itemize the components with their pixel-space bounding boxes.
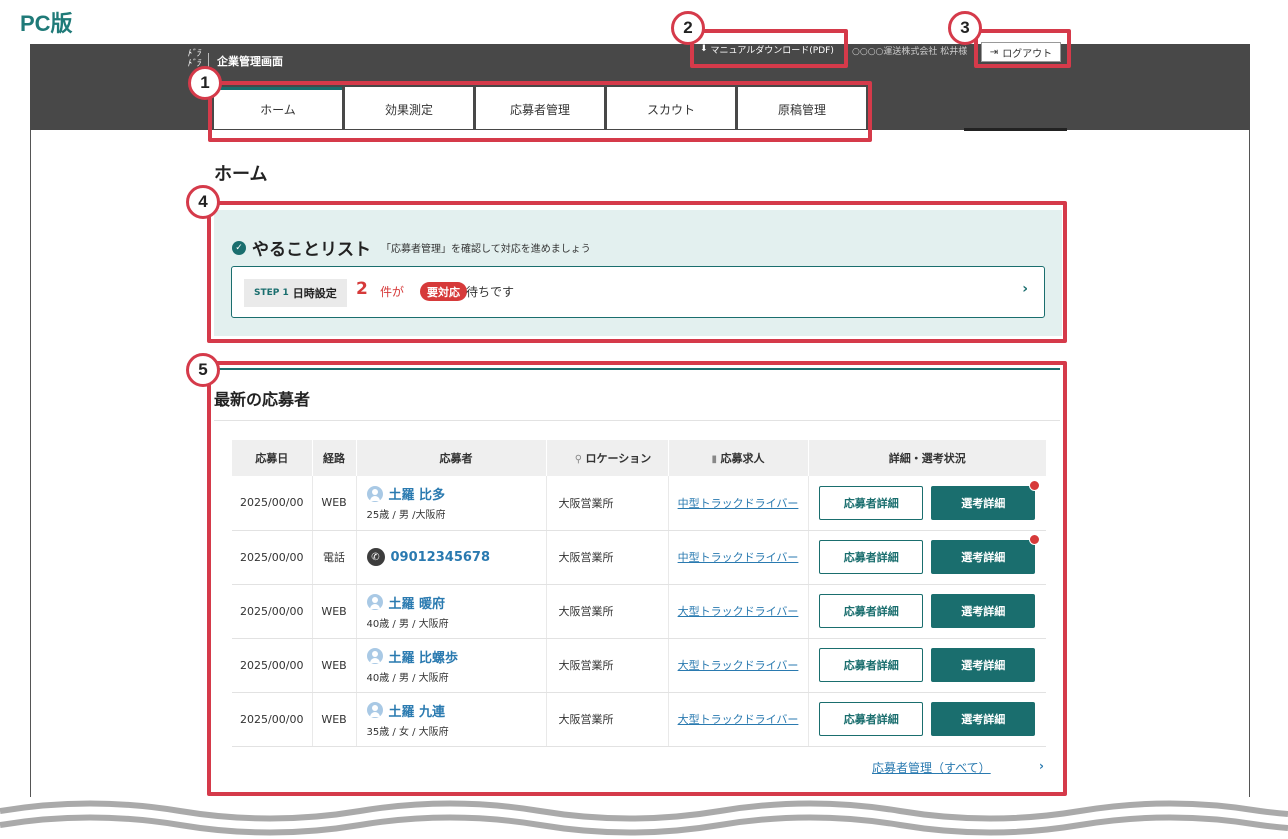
logo-separator [208, 53, 209, 67]
callout-badge-5: 5 [186, 353, 220, 387]
callout-box-applicants [207, 361, 1067, 796]
callout-badge-1: 1 [188, 66, 222, 100]
company-name: ○○○○運送株式会社 松井様 [852, 47, 968, 57]
pc-version-label: PC版 [20, 11, 73, 36]
wave-divider-icon [0, 800, 1288, 836]
callout-box-logout [974, 29, 1071, 68]
page-title: ホーム [214, 164, 268, 185]
callout-badge-4: 4 [186, 185, 220, 219]
callout-box-manual [690, 29, 848, 68]
callout-badge-2: 2 [671, 11, 705, 45]
callout-box-todo [207, 201, 1067, 343]
app-title: 企業管理画面 [217, 55, 283, 68]
callout-badge-3: 3 [948, 11, 982, 45]
callout-box-tabs [208, 81, 872, 142]
logout-underline [964, 128, 1067, 131]
wavy-cutoff [0, 797, 1288, 839]
